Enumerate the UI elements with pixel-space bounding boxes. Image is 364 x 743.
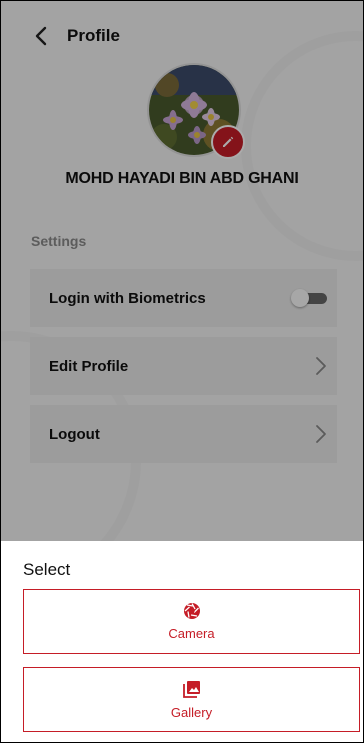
camera-label: Camera (168, 626, 215, 641)
gallery-icon (182, 681, 200, 698)
select-sheet: Select Camera Gallery (1, 541, 363, 742)
camera-button[interactable]: Camera (23, 589, 360, 654)
camera-shutter-icon (183, 603, 200, 619)
gallery-label: Gallery (170, 705, 213, 720)
sheet-title: Select (23, 560, 71, 579)
modal-backdrop[interactable] (1, 1, 363, 541)
app-frame: Profile MOHD HAYADI BIN ABD GHANI Settin… (0, 0, 364, 743)
gallery-button[interactable]: Gallery (23, 667, 360, 732)
